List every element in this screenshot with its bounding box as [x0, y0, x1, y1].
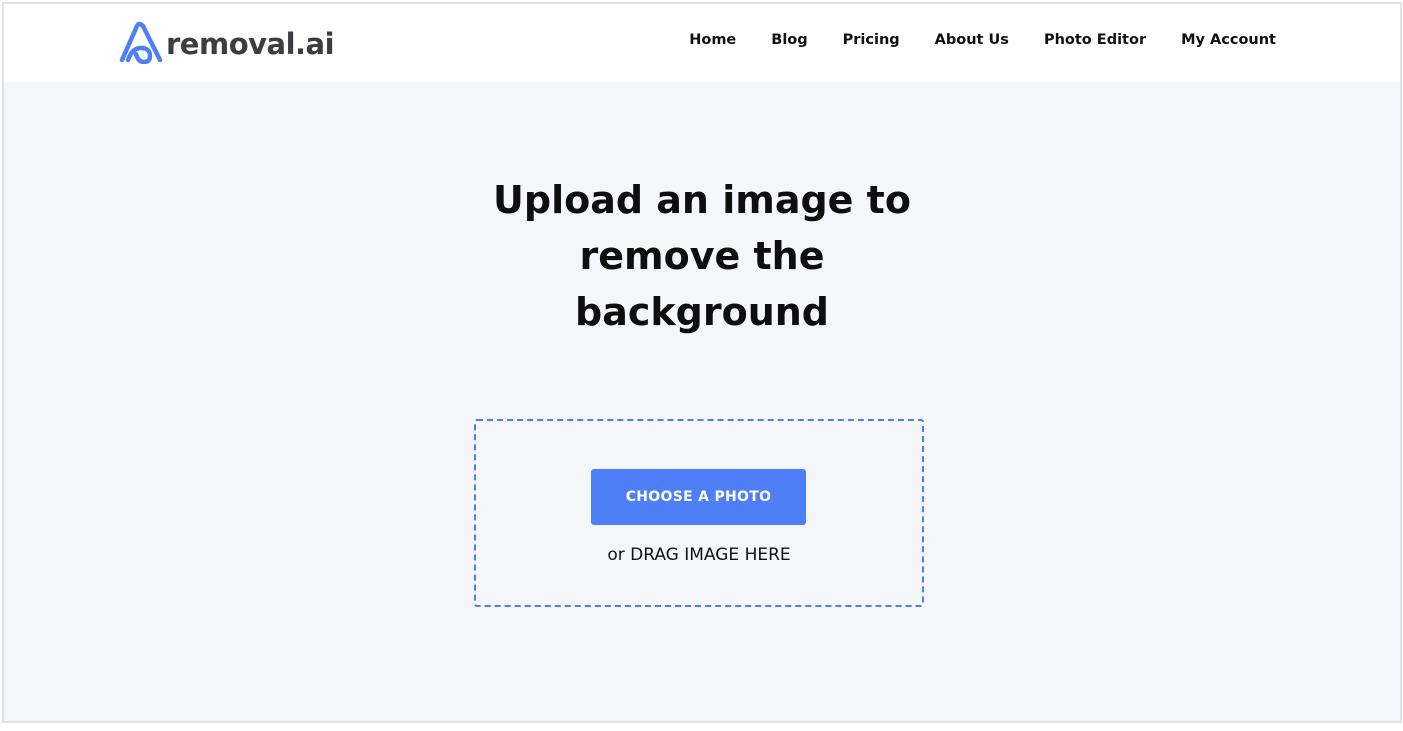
nav-photo-editor[interactable]: Photo Editor [1044, 32, 1146, 48]
page-title: Upload an image to remove the background [493, 178, 911, 334]
choose-photo-button[interactable]: CHOOSE A PHOTO [591, 469, 806, 525]
nav-about-us[interactable]: About Us [935, 32, 1009, 48]
drag-image-hint: or DRAG IMAGE HERE [607, 545, 791, 565]
logo-link[interactable]: removal.ai [118, 20, 335, 64]
main-nav: Home Blog Pricing About Us Photo Editor … [689, 32, 1276, 48]
nav-blog[interactable]: Blog [771, 32, 807, 48]
brand-name: removal.ai [166, 27, 335, 61]
removal-ai-logo-icon [119, 21, 163, 64]
nav-pricing[interactable]: Pricing [843, 32, 900, 48]
nav-home[interactable]: Home [689, 32, 736, 48]
nav-my-account[interactable]: My Account [1181, 32, 1276, 48]
browser-viewport: removal.ai Home Blog Pricing About Us Ph… [2, 2, 1402, 723]
hero-section: Upload an image to remove the background [4, 172, 1400, 340]
site-header: removal.ai Home Blog Pricing About Us Ph… [4, 4, 1400, 82]
upload-dropzone[interactable]: CHOOSE A PHOTO or DRAG IMAGE HERE [474, 419, 924, 607]
